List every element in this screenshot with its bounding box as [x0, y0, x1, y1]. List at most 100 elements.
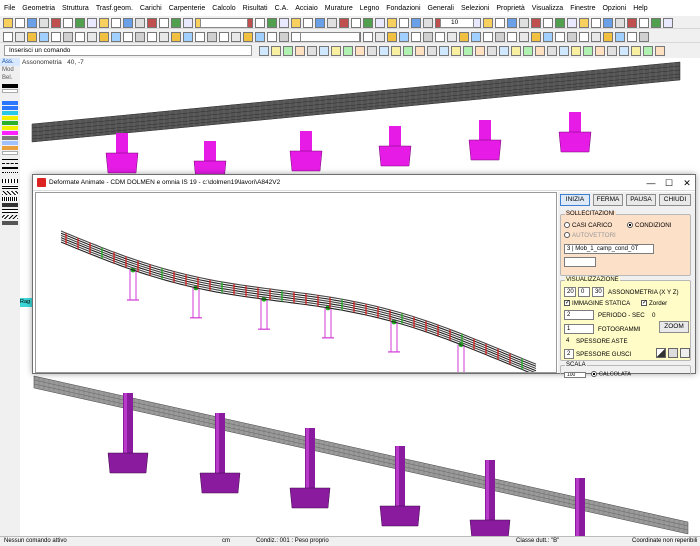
- toolbar-tool-icon[interactable]: [195, 31, 205, 42]
- toolbar-tool-icon[interactable]: [219, 31, 229, 42]
- menu-item-carichi[interactable]: Carichi: [140, 5, 162, 12]
- toolbar-tool-icon[interactable]: [579, 17, 589, 28]
- toolbar-tool-icon[interactable]: [63, 31, 73, 42]
- toolbar-tool-icon[interactable]: [591, 17, 601, 28]
- toolbar-tool-icon[interactable]: [555, 17, 565, 28]
- toolbar-tool-icon[interactable]: [3, 31, 13, 42]
- layer-select[interactable]: [200, 18, 248, 28]
- menu-item-opzioni[interactable]: Opzioni: [602, 5, 626, 12]
- toolbar-tool-icon[interactable]: [159, 17, 169, 28]
- toolbar-tool-icon[interactable]: [495, 31, 505, 42]
- menu-item-struttura[interactable]: Struttura: [62, 5, 89, 12]
- toolbar-tool-icon[interactable]: [3, 17, 13, 28]
- toolbar-tool-icon[interactable]: [267, 17, 277, 28]
- toolbar-tool-icon[interactable]: [27, 31, 37, 42]
- toolbar-tool-icon[interactable]: [663, 17, 673, 28]
- menu-item-c-a-[interactable]: C.A.: [275, 5, 289, 12]
- toolbar-tool-icon[interactable]: [547, 46, 557, 56]
- menu-item-generali[interactable]: Generali: [428, 5, 454, 12]
- calcolata-radio[interactable]: CALCOLATA: [591, 371, 631, 377]
- pattern-swatches[interactable]: [0, 179, 20, 225]
- toolbar-tool-icon[interactable]: [363, 31, 373, 42]
- menu-item-geometria[interactable]: Geometria: [22, 5, 55, 12]
- toolbar-tool-icon[interactable]: [39, 17, 49, 28]
- menu-item-carpenterie[interactable]: Carpenterie: [169, 5, 206, 12]
- toolbar-tool-icon[interactable]: [583, 46, 593, 56]
- menu-item-selezioni[interactable]: Selezioni: [461, 5, 489, 12]
- zoom-button[interactable]: ZOOM: [659, 321, 689, 333]
- condizioni-radio[interactable]: CONDIZIONI: [627, 222, 671, 229]
- toolbar-tool-icon[interactable]: [75, 17, 85, 28]
- toolbar-tool-icon[interactable]: [315, 17, 325, 28]
- layer-select-2[interactable]: [300, 32, 360, 42]
- toolbar-tool-icon[interactable]: [439, 46, 449, 56]
- toolbar-tool-icon[interactable]: [331, 46, 341, 56]
- toolbar-tool-icon[interactable]: [255, 17, 265, 28]
- toolbar-tool-icon[interactable]: [451, 46, 461, 56]
- toolbar-tool-icon[interactable]: [27, 17, 37, 28]
- fotogrammi-select[interactable]: 1: [564, 324, 594, 334]
- toolbar-tool-icon[interactable]: [343, 46, 353, 56]
- toolbar-tool-icon[interactable]: [295, 46, 305, 56]
- toolbar-tool-icon[interactable]: [123, 31, 133, 42]
- toolbar-tool-icon[interactable]: [567, 31, 577, 42]
- settings-icon[interactable]: [680, 348, 690, 358]
- toolbar-tool-icon[interactable]: [555, 31, 565, 42]
- left-tab-bel[interactable]: Bel.: [0, 74, 20, 82]
- toolbar-tool-icon[interactable]: [603, 31, 613, 42]
- toolbar-tool-icon[interactable]: [75, 31, 85, 42]
- menu-item-trasf-geom-[interactable]: Trasf.geom.: [96, 5, 133, 12]
- toolbar-tool-icon[interactable]: [427, 46, 437, 56]
- toolbar-tool-icon[interactable]: [403, 46, 413, 56]
- axis-x-input[interactable]: 20: [564, 287, 576, 297]
- toolbar-tool-icon[interactable]: [171, 31, 181, 42]
- toolbar-tool-icon[interactable]: [283, 46, 293, 56]
- toolbar-tool-icon[interactable]: [579, 31, 589, 42]
- left-tab-ass[interactable]: Ass.: [0, 58, 20, 66]
- menu-item-murature[interactable]: Murature: [325, 5, 353, 12]
- toolbar-tool-icon[interactable]: [363, 17, 373, 28]
- menu-item-risultati[interactable]: Risultati: [243, 5, 268, 12]
- toolbar-tool-icon[interactable]: [159, 31, 169, 42]
- command-input[interactable]: Inserisci un comando: [4, 45, 252, 56]
- toolbar-tool-icon[interactable]: [387, 17, 397, 28]
- toolbar-tool-icon[interactable]: [447, 31, 457, 42]
- toolbar-tool-icon[interactable]: [487, 46, 497, 56]
- toolbar-tool-icon[interactable]: [519, 17, 529, 28]
- toolbar-tool-icon[interactable]: [471, 31, 481, 42]
- toolbar-tool-icon[interactable]: [511, 46, 521, 56]
- toolbar-tool-icon[interactable]: [643, 46, 653, 56]
- minimize-button[interactable]: —: [643, 177, 659, 189]
- toolbar-tool-icon[interactable]: [271, 46, 281, 56]
- toolbar-tool-icon[interactable]: [319, 46, 329, 56]
- toolbar-tool-icon[interactable]: [51, 31, 61, 42]
- toolbar-tool-icon[interactable]: [255, 31, 265, 42]
- color-swatches[interactable]: [0, 84, 20, 155]
- toolbar-tool-icon[interactable]: [651, 17, 661, 28]
- menu-item-help[interactable]: Help: [633, 5, 647, 12]
- toolbar-tool-icon[interactable]: [607, 46, 617, 56]
- toolbar-tool-icon[interactable]: [531, 31, 541, 42]
- toolbar-tool-icon[interactable]: [171, 17, 181, 28]
- toolbar-tool-icon[interactable]: [87, 17, 97, 28]
- close-button[interactable]: ✕: [679, 177, 695, 189]
- toolbar-tool-icon[interactable]: [567, 17, 577, 28]
- toolbar-tool-icon[interactable]: [619, 46, 629, 56]
- toolbar-tool-icon[interactable]: [303, 17, 313, 28]
- menu-item-acciaio[interactable]: Acciaio: [295, 5, 318, 12]
- toolbar-tool-icon[interactable]: [147, 31, 157, 42]
- immagine-statica-checkbox[interactable]: ✓ IMMAGINE STATICA: [564, 300, 630, 307]
- toolbar-tool-icon[interactable]: [507, 17, 517, 28]
- toolbar-tool-icon[interactable]: [279, 17, 289, 28]
- toolbar-tool-icon[interactable]: [435, 31, 445, 42]
- toolbar-tool-icon[interactable]: [463, 46, 473, 56]
- toolbar-tool-icon[interactable]: [499, 46, 509, 56]
- toolbar-tool-icon[interactable]: [355, 46, 365, 56]
- menu-item-finestre[interactable]: Finestre: [570, 5, 595, 12]
- menu-item-proprietà[interactable]: Proprietà: [496, 5, 524, 12]
- axis-y-input[interactable]: 0: [578, 287, 590, 297]
- toolbar-tool-icon[interactable]: [543, 17, 553, 28]
- secondary-select[interactable]: [564, 257, 596, 267]
- toolbar-tool-icon[interactable]: [483, 17, 493, 28]
- left-tab-mod[interactable]: Mod: [0, 66, 20, 74]
